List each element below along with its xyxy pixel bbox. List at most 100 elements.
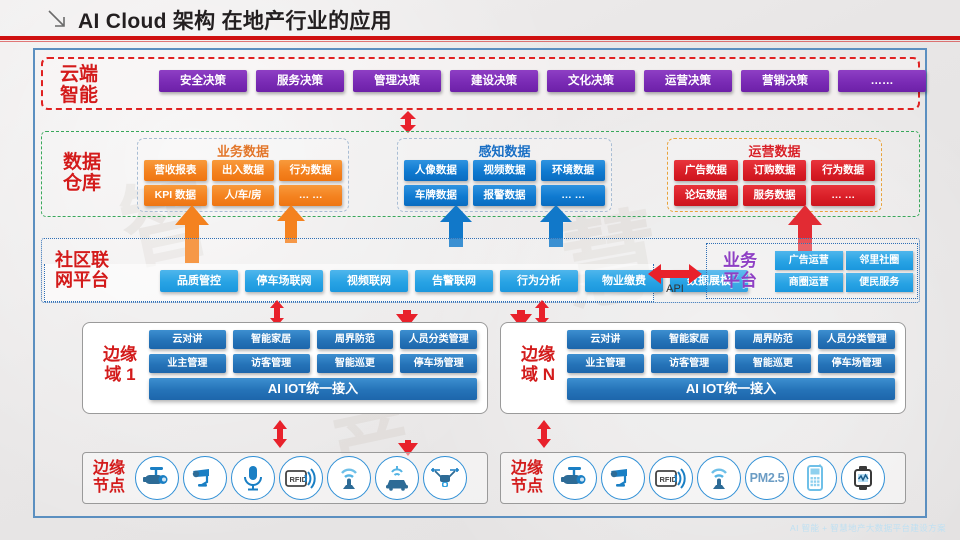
edge-chip[interactable]: 智能巡更: [734, 354, 812, 373]
data-group-title: 业务数据: [216, 144, 269, 159]
cloud-decision-buttons: 安全决策 服务决策 管理决策 建设决策 文化决策 运营决策 营销决策 ……: [159, 70, 926, 92]
page-title: AI Cloud 架构 在地产行业的应用: [78, 10, 392, 33]
data-row: 广告数据 订购数据 行为数据: [674, 160, 876, 181]
bullet-camera-icon[interactable]: [553, 456, 597, 500]
edge-domain-n-label: 边缘 域 N: [521, 345, 555, 384]
edge-chip[interactable]: 智能家居: [232, 330, 310, 349]
dome-camera-icon[interactable]: [601, 456, 645, 500]
data-chip[interactable]: … …: [811, 185, 876, 206]
header-divider-thin: [0, 41, 960, 42]
edge-chip[interactable]: 业主管理: [567, 354, 644, 373]
smart-monitor-icon[interactable]: [841, 456, 885, 500]
edge-row: 云对讲 智能家居 周界防范 人员分类管理: [567, 330, 895, 349]
data-chip[interactable]: 行为数据: [811, 160, 876, 181]
community-button[interactable]: 告警联网: [415, 270, 493, 292]
dome-camera-icon[interactable]: [183, 456, 227, 500]
cloud-zone-label: 云端 智能: [59, 64, 98, 107]
data-group-business: 业务数据 营收报表 出入数据 行为数据 KPI 数据 人/车/房 … …: [137, 138, 349, 212]
edge-chip[interactable]: 智能家居: [650, 330, 728, 349]
rfid-icon[interactable]: RFID: [279, 456, 323, 500]
cloud-button-more[interactable]: ……: [838, 70, 926, 92]
edge-nodes-right: 边缘 节点 RFID PM2.5: [500, 452, 906, 504]
edge-nodes-right-label: 边缘 节点: [510, 460, 543, 495]
data-chip[interactable]: 营收报表: [144, 160, 207, 181]
pm25-label: PM2.5: [749, 471, 785, 485]
edge-chip[interactable]: 访客管理: [232, 354, 310, 373]
data-chip[interactable]: 环境数据: [541, 160, 606, 181]
edge-chip[interactable]: 人员分类管理: [400, 330, 477, 349]
business-cell[interactable]: 广告运营: [775, 251, 843, 270]
edge-chip[interactable]: 云对讲: [567, 330, 644, 349]
data-row: KPI 数据 人/车/房 … …: [144, 185, 343, 206]
edge-aiiot-bar[interactable]: AI IOT统一接入: [149, 378, 477, 400]
data-chip[interactable]: 出入数据: [211, 160, 275, 181]
edge-chip[interactable]: 业主管理: [149, 354, 226, 373]
data-chip[interactable]: 论坛数据: [674, 185, 738, 206]
arrow-edge-node-2: [534, 420, 554, 453]
cloud-button[interactable]: 营销决策: [741, 70, 829, 92]
drone-camera-icon[interactable]: [423, 456, 467, 500]
community-button[interactable]: 品质管控: [160, 270, 238, 292]
data-row: 论坛数据 服务数据 … …: [674, 185, 876, 206]
edge-nodes-left: 边缘 节点 RFID: [82, 452, 488, 504]
wifi-sensor-icon[interactable]: [327, 456, 371, 500]
community-button[interactable]: 视频联网: [330, 270, 408, 292]
rfid-icon[interactable]: RFID: [649, 456, 693, 500]
edge-chip[interactable]: 云对讲: [149, 330, 226, 349]
microphone-icon[interactable]: [231, 456, 275, 500]
business-cell[interactable]: 商圈运营: [775, 273, 843, 292]
edge-aiiot-bar[interactable]: AI IOT统一接入: [567, 378, 895, 400]
community-button[interactable]: 停车场联网: [245, 270, 323, 292]
cloud-button[interactable]: 建设决策: [450, 70, 538, 92]
business-cell[interactable]: 便民服务: [845, 273, 913, 292]
data-chip[interactable]: … …: [279, 185, 343, 206]
edge-chip[interactable]: 访客管理: [650, 354, 728, 373]
cloud-button[interactable]: 运营决策: [644, 70, 732, 92]
edge-domain-1-label: 边缘 域 1: [103, 345, 137, 384]
business-cell[interactable]: 邻里社圈: [845, 251, 913, 270]
business-platform-label: 业务 平台: [723, 251, 757, 290]
diagonal-arrow-icon: [46, 7, 70, 31]
edge-chip[interactable]: 人员分类管理: [818, 330, 895, 349]
edge-domain-n: 边缘 域 N 云对讲 智能家居 周界防范 人员分类管理 业主管理 访客管理 智能…: [500, 322, 906, 414]
data-chip[interactable]: 车牌数据: [404, 185, 468, 206]
business-platform-grid: 广告运营 邻里社圈 商圈运营 便民服务: [775, 251, 913, 292]
cloud-button[interactable]: 服务决策: [256, 70, 344, 92]
business-platform-zone: 业务 平台 广告运营 邻里社圈 商圈运营 便民服务: [706, 243, 918, 299]
edge-chip[interactable]: 停车场管理: [818, 354, 895, 373]
cloud-button[interactable]: 管理决策: [353, 70, 441, 92]
data-chip[interactable]: 人像数据: [404, 160, 468, 181]
header-divider: [0, 36, 960, 40]
data-chip[interactable]: 报警数据: [472, 185, 537, 206]
data-chip[interactable]: 人/车/房: [211, 185, 275, 206]
data-chip[interactable]: … …: [541, 185, 606, 206]
edge-nodes-left-label: 边缘 节点: [92, 460, 125, 495]
data-chip[interactable]: KPI 数据: [144, 185, 207, 206]
vehicle-sensor-icon[interactable]: [375, 456, 419, 500]
edge-node-icon-list: RFID: [135, 456, 467, 500]
cloud-intelligence-zone: 安全决策 服务决策 管理决策 建设决策 文化决策 运营决策 营销决策 ……: [41, 57, 926, 110]
data-chip[interactable]: 广告数据: [674, 160, 738, 181]
pm25-icon[interactable]: PM2.5: [745, 456, 789, 500]
data-group-title: 运营数据: [748, 144, 801, 159]
community-platform-label: 社区联 网平台: [55, 250, 109, 291]
cloud-button[interactable]: 文化决策: [547, 70, 635, 92]
edge-chip[interactable]: 停车场管理: [400, 354, 477, 373]
data-chip[interactable]: 订购数据: [742, 160, 807, 181]
data-chip[interactable]: 服务数据: [742, 185, 807, 206]
api-label: API: [666, 283, 684, 295]
wifi-sensor-icon[interactable]: [697, 456, 741, 500]
slide-canvas: 智 慧 产 AI Cloud 架构 在地产行业的应用 安全决策 服务决策 管理决…: [0, 0, 960, 540]
data-group-title: 感知数据: [478, 144, 531, 159]
edge-chip[interactable]: 周界防范: [316, 330, 394, 349]
slide-header: AI Cloud 架构 在地产行业的应用: [0, 0, 960, 42]
bullet-camera-icon[interactable]: [135, 456, 179, 500]
edge-chip[interactable]: 周界防范: [734, 330, 812, 349]
intercom-phone-icon[interactable]: [793, 456, 837, 500]
cloud-button[interactable]: 安全决策: [159, 70, 247, 92]
edge-chip[interactable]: 智能巡更: [316, 354, 394, 373]
data-chip[interactable]: 视频数据: [472, 160, 537, 181]
community-button[interactable]: 行为分析: [500, 270, 578, 292]
edge-row: 业主管理 访客管理 智能巡更 停车场管理: [149, 354, 477, 373]
data-chip[interactable]: 行为数据: [279, 160, 343, 181]
